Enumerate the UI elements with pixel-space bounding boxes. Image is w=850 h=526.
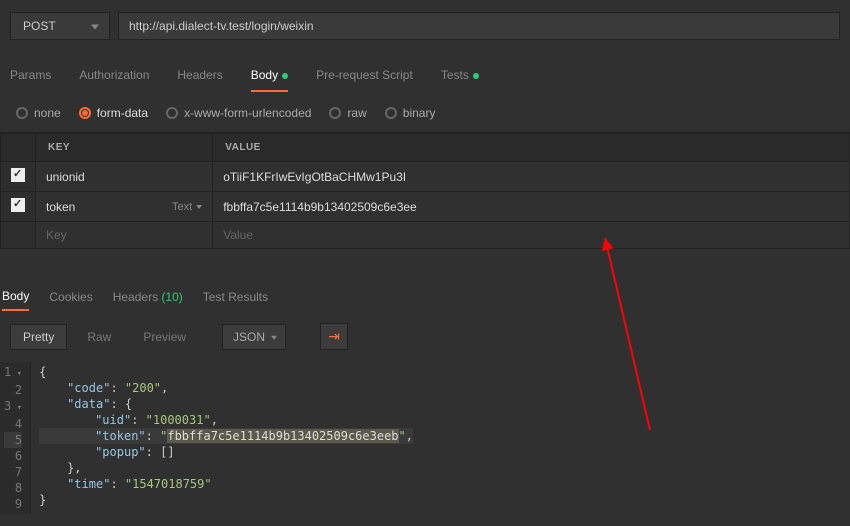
preview-button[interactable]: Preview (131, 325, 198, 349)
body-type-radios: none form-data x-www-form-urlencoded raw… (0, 92, 850, 133)
value-cell[interactable]: fbbffa7c5e1114b9b13402509c6e3ee (213, 192, 850, 222)
row-checkbox[interactable] (11, 198, 25, 212)
tab-authorization[interactable]: Authorization (79, 68, 149, 92)
tab-body[interactable]: Body (251, 68, 288, 92)
key-input[interactable]: Key (36, 222, 213, 249)
radio-icon (16, 107, 28, 119)
http-method-select[interactable]: POST (10, 12, 110, 40)
response-tab-cookies[interactable]: Cookies (49, 284, 92, 310)
headers-count: (10) (161, 290, 182, 304)
response-tab-body[interactable]: Body (2, 283, 29, 311)
http-method-value: POST (23, 19, 56, 33)
radio-formdata[interactable]: form-data (79, 106, 148, 120)
key-cell[interactable]: unionid (36, 162, 213, 192)
pretty-button[interactable]: Pretty (10, 324, 67, 350)
viewer-controls: Pretty Raw Preview JSON ⇥ (0, 311, 850, 362)
tab-params[interactable]: Params (10, 68, 51, 92)
key-cell[interactable]: tokenText (36, 192, 213, 222)
url-input[interactable]: http://api.dialect-tv.test/login/weixin (118, 12, 840, 40)
radio-binary[interactable]: binary (385, 106, 436, 120)
radio-raw[interactable]: raw (329, 106, 366, 120)
radio-urlencoded[interactable]: x-www-form-urlencoded (166, 106, 311, 120)
value-cell[interactable]: oTiiF1KFrIwEvIgOtBaCHMw1Pu3I (213, 162, 850, 192)
table-row[interactable]: tokenText fbbffa7c5e1114b9b13402509c6e3e… (1, 192, 850, 222)
radio-none[interactable]: none (16, 106, 61, 120)
radio-icon (166, 107, 178, 119)
response-body[interactable]: 123456789 { "code": "200", "data": { "ui… (0, 362, 850, 514)
radio-icon (385, 107, 397, 119)
response-tabs: Body Cookies Headers (10) Test Results (0, 283, 850, 311)
column-key: KEY (36, 134, 213, 162)
type-select[interactable]: Text (172, 201, 202, 213)
radio-icon (329, 107, 341, 119)
column-check (1, 134, 36, 162)
value-input[interactable]: Value (213, 222, 850, 249)
highlighted-token: fbbffa7c5e1114b9b13402509c6e3eeb (167, 429, 398, 443)
body-params-table: KEY VALUE unionid oTiiF1KFrIwEvIgOtBaCHM… (0, 133, 850, 249)
tab-prerequest[interactable]: Pre-request Script (316, 68, 413, 92)
format-select[interactable]: JSON (222, 324, 286, 350)
dot-icon (473, 73, 479, 79)
table-row[interactable]: unionid oTiiF1KFrIwEvIgOtBaCHMw1Pu3I (1, 162, 850, 192)
tab-tests[interactable]: Tests (441, 68, 479, 92)
line-gutter: 123456789 (0, 362, 31, 514)
dot-icon (282, 73, 288, 79)
wrap-toggle-icon[interactable]: ⇥ (320, 323, 348, 350)
radio-icon (79, 107, 91, 119)
tab-headers[interactable]: Headers (177, 68, 222, 92)
row-checkbox[interactable] (11, 168, 25, 182)
response-tab-headers[interactable]: Headers (10) (113, 284, 183, 310)
table-row-new[interactable]: Key Value (1, 222, 850, 249)
column-value: VALUE (213, 134, 850, 162)
request-tabs: Params Authorization Headers Body Pre-re… (0, 50, 850, 92)
response-tab-testresults[interactable]: Test Results (203, 284, 268, 310)
url-text: http://api.dialect-tv.test/login/weixin (129, 19, 314, 33)
raw-button[interactable]: Raw (75, 325, 123, 349)
json-code: { "code": "200", "data": { "uid": "10000… (31, 362, 421, 514)
